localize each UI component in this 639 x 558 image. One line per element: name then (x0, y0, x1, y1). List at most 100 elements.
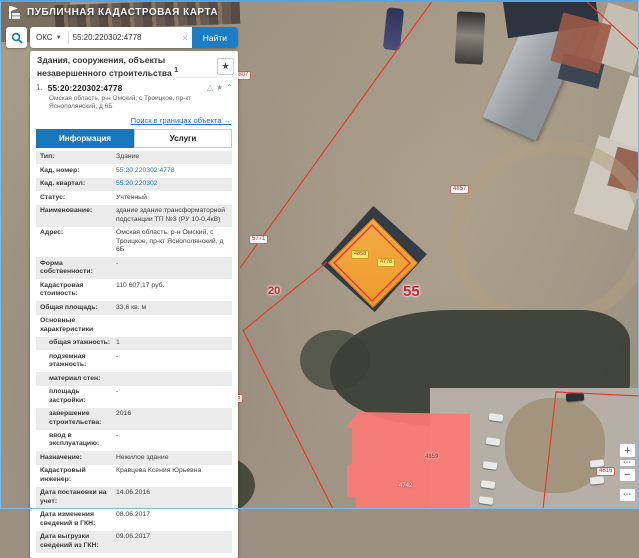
zoom-out-button[interactable]: − (619, 468, 636, 482)
search-in-bounds-link[interactable]: Поиск в границах объекта → (30, 112, 238, 129)
detail-row: Тип:Здание (36, 151, 232, 164)
tab-information[interactable]: Информация (36, 129, 134, 148)
clear-search-icon[interactable]: × (178, 33, 191, 43)
favorites-button[interactable]: ★ (217, 58, 234, 75)
detail-row: Дата изменения сведений в ГКН:08.06.2017 (36, 509, 232, 531)
detail-row: Статус:Учтенный (36, 191, 232, 204)
search-input[interactable] (69, 33, 179, 42)
detail-label: подземная этажность: (40, 353, 116, 370)
detail-row: Дата выгрузки сведений из ГКН:09.06.2017 (36, 531, 232, 553)
detail-label: ввод в эксплуатацию: (40, 432, 116, 449)
chevron-down-icon: ▼ (56, 35, 62, 41)
app-title: ПУБЛИЧНАЯ КАДАСТРОВАЯ КАРТА (27, 7, 218, 18)
car (566, 392, 585, 401)
more-tools-button[interactable]: ••• (619, 488, 636, 502)
search-icon (11, 32, 23, 44)
detail-value: 09.06.2017 (116, 533, 229, 550)
detail-row: ввод в эксплуатацию:- (36, 430, 232, 452)
parcel-number-tag[interactable]: 4858 (351, 250, 369, 259)
info-tabs: Информация Услуги (36, 129, 232, 148)
detail-row: Назначение:Нежилое здание (36, 451, 232, 464)
find-button[interactable]: Найти (192, 27, 238, 48)
detail-row: Форма собственности:- (36, 257, 232, 279)
detail-row: Кад. квартал:55:20:220302 (36, 178, 232, 191)
detail-value: - (116, 432, 229, 449)
detail-label: Основные характеристики (40, 317, 116, 334)
detail-label: завершение строительства: (40, 410, 116, 427)
detail-value: здание здание трансформаторной подстанци… (116, 207, 229, 224)
detail-value (116, 375, 229, 383)
detail-value: Кравцева Ксения Юрьевна (116, 467, 229, 484)
detail-value: Здание (116, 153, 229, 161)
result-address: Омская область, р-н Омский, с Троицкое, … (30, 93, 238, 112)
detail-label: Дата постановки на учет: (40, 489, 116, 506)
detail-label: Дата изменения сведений в ГКН: (40, 511, 116, 528)
quarter-number-label: 20 (268, 285, 280, 297)
detail-value: Омская область, р-н Омский, с Троицкое, … (116, 229, 229, 254)
results-heading-text: Здания, сооружения, объекты незавершенно… (37, 55, 172, 77)
detail-row: Общая площадь:33,6 кв. м (36, 301, 232, 314)
detail-value: 14.06.2016 (116, 489, 229, 506)
detail-label: Тип: (40, 153, 116, 161)
detail-label: площадь застройки: (40, 388, 116, 405)
detail-value-link[interactable]: 55:20:220302 (116, 180, 229, 188)
parcel-number-tag[interactable]: 4857 (450, 185, 469, 194)
search-button[interactable] (6, 27, 27, 48)
result-cadastral-number: 55:20:220302:4778 (48, 83, 207, 93)
detail-row: Адрес:Омская область, р-н Омский, с Трои… (36, 227, 232, 257)
detail-row: Кадастровый инженер:Кравцева Ксения Юрье… (36, 465, 232, 487)
detail-label: Кад. номер: (40, 167, 116, 175)
detail-row: Наименование:здание здание трансформатор… (36, 205, 232, 227)
zoom-in-button[interactable]: + (619, 443, 636, 458)
detail-label: Дата выгрузки сведений из ГКН: (40, 533, 116, 550)
search-category-value: ОКС (36, 33, 53, 42)
detail-value: - (116, 260, 229, 277)
detail-value: - (116, 388, 229, 405)
detail-row: Кадастровая стоимость:110 607,17 руб. (36, 279, 232, 301)
result-item-header: 1. 55:20:220302:4778 △ ★ ⌃ (30, 78, 238, 93)
results-heading-sup: 1 (174, 66, 178, 74)
search-bar: ОКС ▼ × Найти (30, 27, 238, 48)
detail-label: Статус: (40, 194, 116, 202)
detail-row: Основные характеристики (36, 315, 232, 337)
detail-label: Кадастровая стоимость: (40, 282, 116, 299)
detail-label: Кадастровый инженер: (40, 467, 116, 484)
quarter-number-label: 55 (403, 283, 420, 300)
parcel-number-tag[interactable]: 4742 (397, 483, 414, 490)
zoom-options-strip[interactable]: ••• (619, 459, 636, 467)
detail-row: материал стен: (36, 372, 232, 385)
parcel-number-tag[interactable]: 4816 (596, 467, 615, 476)
car (590, 476, 605, 484)
app-header: ПУБЛИЧНАЯ КАДАСТРОВАЯ КАРТА (0, 0, 639, 24)
detail-value: 33,6 кв. м (116, 304, 229, 312)
result-index: 1. (36, 83, 43, 92)
detail-value: 2016 (116, 410, 229, 427)
parcel-number-tag[interactable]: 4859 (423, 454, 440, 461)
detail-value: 110 607,17 руб. (116, 282, 229, 299)
detail-label: материал стен: (40, 375, 116, 383)
object-info-panel: 1. 55:20:220302:4778 △ ★ ⌃ Омская област… (30, 78, 238, 558)
detail-value: Нежилое здание (116, 454, 229, 462)
report-icon[interactable]: △ (207, 83, 213, 92)
detail-label: Наименование: (40, 207, 116, 224)
pkk-logo-icon (8, 5, 21, 20)
detail-label: Адрес: (40, 229, 116, 254)
detail-label: Кад. квартал: (40, 180, 116, 188)
detail-label: Назначение: (40, 454, 116, 462)
result-actions: △ ★ ⌃ (207, 83, 233, 92)
tab-services[interactable]: Услуги (134, 129, 232, 148)
detail-value: Учтенный (116, 194, 229, 202)
detail-row: завершение строительства:2016 (36, 408, 232, 430)
parcel-number-tag[interactable]: 4778 (377, 258, 395, 267)
detail-value (116, 317, 229, 334)
detail-value-link[interactable]: 55:20:220302:4778 (116, 167, 229, 175)
detail-row: Дата постановки на учет:14.06.2016 (36, 487, 232, 509)
highlighted-building-pink[interactable] (347, 412, 470, 509)
detail-value: - (116, 353, 229, 370)
search-category-select[interactable]: ОКС ▼ (30, 33, 68, 42)
parcel-number-tag[interactable]: 5771 (249, 235, 268, 244)
collapse-icon[interactable]: ⌃ (226, 83, 233, 92)
star-icon[interactable]: ★ (216, 83, 223, 92)
detail-value: 1 (116, 339, 229, 347)
detail-row: Кад. номер:55:20:220302:4778 (36, 164, 232, 177)
